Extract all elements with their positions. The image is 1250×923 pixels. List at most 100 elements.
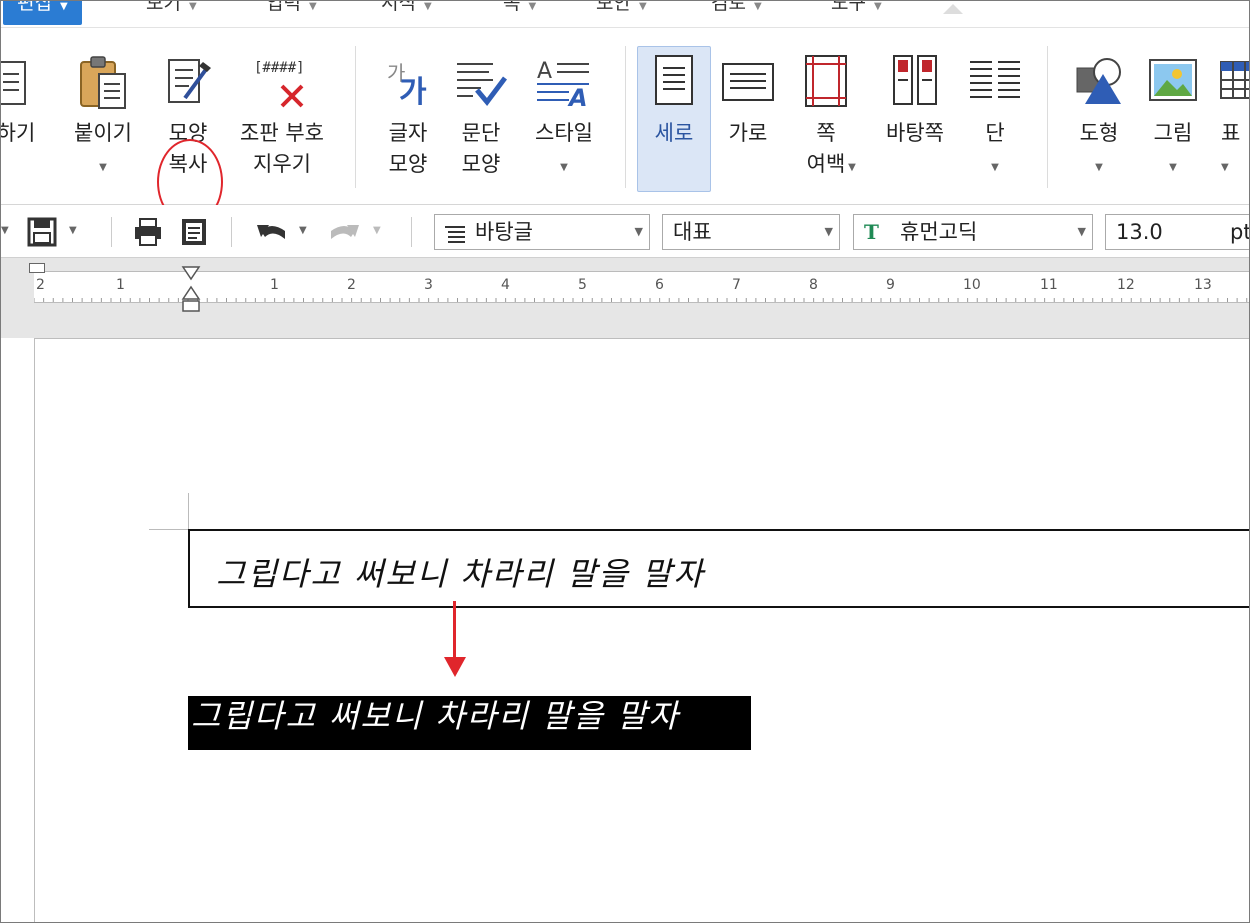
undo-dropdown-icon[interactable]: ▼ — [299, 225, 307, 236]
horizontal-ruler[interactable]: 2 1 1 2 3 4 5 6 7 8 9 10 11 12 13 — [34, 271, 1249, 303]
copy-label: 하기 — [0, 121, 36, 145]
svg-text:[####]: [####] — [254, 60, 305, 76]
landscape-button[interactable]: 가로 — [713, 28, 783, 204]
toolbar-separator — [411, 217, 412, 247]
clear-marks-icon: [####] — [252, 54, 312, 114]
svg-text:가: 가 — [399, 75, 427, 108]
document-page[interactable] — [34, 338, 1249, 922]
ribbon-collapse-icon[interactable] — [941, 1, 965, 15]
menu-tools[interactable]: 도구 ▼ — [831, 1, 882, 25]
save-dropdown-icon[interactable]: ▼ — [69, 225, 77, 236]
paste-dropdown-icon[interactable]: ▼ — [65, 162, 141, 173]
shape-label: 도형 — [1079, 121, 1119, 145]
toolbar-separator — [231, 217, 232, 247]
page-margin-button[interactable]: 쪽 여백 ▼ — [791, 28, 861, 204]
table-dropdown-icon[interactable]: ▼ — [1221, 162, 1249, 173]
picture-dropdown-icon[interactable]: ▼ — [1137, 162, 1209, 173]
font-select-value: 휴먼고딕 — [900, 220, 978, 244]
chevron-down-icon: ▼ — [1077, 225, 1086, 238]
ribbon-separator — [625, 46, 626, 188]
style-dropdown-icon[interactable]: ▼ — [523, 162, 605, 173]
ribbon: 하기 붙이기 ▼ 모양 복사 [####] 조판 부호 지우기 가 가 글자 모… — [0, 28, 1249, 225]
margin-marker[interactable] — [29, 263, 45, 273]
shape-button[interactable]: 도형 ▼ — [1063, 28, 1135, 204]
menu-format[interactable]: 서식 ▼ — [381, 1, 432, 25]
ruler-label: 12 — [1117, 277, 1135, 293]
portrait-button[interactable]: 세로 — [637, 28, 711, 204]
paste-button[interactable]: 붙이기 ▼ — [65, 28, 141, 204]
table-icon — [1219, 54, 1249, 112]
document-text-line[interactable]: 그립다고 써보니 차라리 말을 말자 — [216, 549, 705, 595]
table-button[interactable]: 표 ▼ — [1213, 28, 1249, 204]
menu-view[interactable]: 보기 ▼ — [146, 1, 197, 25]
crop-mark — [188, 493, 189, 529]
ruler-label: 2 — [36, 277, 45, 293]
preview-icon[interactable] — [179, 217, 209, 251]
svg-text:A: A — [537, 59, 552, 84]
para-shape-button[interactable]: 문단 모양 — [446, 28, 516, 204]
master-page-icon — [891, 54, 939, 112]
picture-label: 그림 — [1153, 121, 1193, 145]
char-shape-button[interactable]: 가가 글자 모양 — [373, 28, 443, 204]
clear-marks-label: 조판 부호 지우기 — [240, 121, 324, 176]
ruler-label: 13 — [1194, 277, 1212, 293]
copy-button[interactable]: 하기 — [0, 28, 51, 204]
para-shape-icon — [453, 54, 509, 112]
font-size-value: 13.0 — [1116, 220, 1163, 244]
columns-label: 단 — [985, 121, 1005, 145]
picture-button[interactable]: 그림 ▼ — [1137, 28, 1209, 204]
ruler-ticks: 2 1 1 2 3 4 5 6 7 8 9 10 11 12 13 — [34, 277, 1248, 302]
chevron-down-icon: ▼ — [824, 225, 833, 238]
selected-text-line[interactable]: 그립다고 써보니 차라리 말을 말자 — [191, 691, 751, 737]
style-icon: AA — [535, 54, 593, 112]
style-select-value: 바탕글 — [475, 220, 533, 244]
crop-mark — [149, 529, 189, 530]
ribbon-separator — [355, 46, 356, 188]
menu-security[interactable]: 보안 ▼ — [596, 1, 647, 25]
menu-insert[interactable]: 입력 ▼ — [266, 1, 317, 25]
master-page-button[interactable]: 바탕쪽 — [873, 28, 957, 204]
font-size-input[interactable]: 13.0 pt — [1105, 214, 1249, 250]
columns-dropdown-icon[interactable]: ▼ — [959, 162, 1031, 173]
ruler-label: 5 — [578, 277, 587, 293]
ruler-label: 4 — [501, 277, 510, 293]
save-icon[interactable] — [27, 217, 57, 251]
paragraph-style-icon — [443, 222, 467, 256]
menu-edit[interactable]: 편집 ▼ — [3, 1, 82, 25]
toolbar-separator — [111, 217, 112, 247]
ruler-label: 2 — [347, 277, 356, 293]
menu-review[interactable]: 검토 ▼ — [711, 1, 762, 25]
ruler-label: 9 — [886, 277, 895, 293]
truetype-font-icon: T — [864, 220, 879, 244]
columns-icon — [968, 54, 1022, 112]
columns-button[interactable]: 단 ▼ — [959, 28, 1031, 204]
menu-bar: 편집 ▼ 보기 ▼ 입력 ▼ 서식 ▼ 쪽 ▼ 보안 ▼ 검토 ▼ 도구 ▼ — [1, 1, 1249, 28]
clipboard-icon — [1, 54, 31, 112]
shape-dropdown-icon[interactable]: ▼ — [1063, 162, 1135, 173]
char-shape-label: 글자 모양 — [388, 121, 428, 176]
style-button[interactable]: AA 스타일 ▼ — [523, 28, 605, 204]
clear-marks-button[interactable]: [####] 조판 부호 지우기 — [231, 28, 333, 204]
undo-icon[interactable] — [255, 217, 289, 251]
print-icon[interactable] — [133, 217, 163, 251]
redo-dropdown-icon[interactable]: ▼ — [373, 225, 381, 236]
page-margin-dropdown-icon[interactable]: ▼ — [847, 162, 857, 173]
language-select[interactable]: 대표 ▼ — [662, 214, 840, 250]
style-select[interactable]: 바탕글 ▼ — [434, 214, 650, 250]
para-shape-label: 문단 모양 — [461, 121, 501, 176]
menu-page[interactable]: 쪽 ▼ — [503, 1, 536, 25]
ruler-label: 3 — [424, 277, 433, 293]
paste-label: 붙이기 — [74, 121, 132, 145]
portrait-page-icon — [652, 54, 696, 112]
annotation-arrow-head — [444, 657, 466, 677]
redo-icon[interactable] — [327, 217, 361, 251]
svg-text:A: A — [567, 84, 588, 108]
toolbar-prev-dropdown-icon[interactable]: ▼ — [1, 225, 9, 236]
char-shape-icon: 가가 — [383, 54, 433, 112]
app-window: 편집 ▼ 보기 ▼ 입력 ▼ 서식 ▼ 쪽 ▼ 보안 ▼ 검토 ▼ 도구 ▼ 하기 붙이기 ▼ — [0, 0, 1250, 923]
indent-marker-icon[interactable] — [181, 265, 201, 317]
ruler-label: 8 — [809, 277, 818, 293]
format-painter-icon — [163, 54, 213, 112]
font-select[interactable]: T 휴먼고딕 ▼ — [853, 214, 1093, 250]
ruler-label: 1 — [270, 277, 279, 293]
